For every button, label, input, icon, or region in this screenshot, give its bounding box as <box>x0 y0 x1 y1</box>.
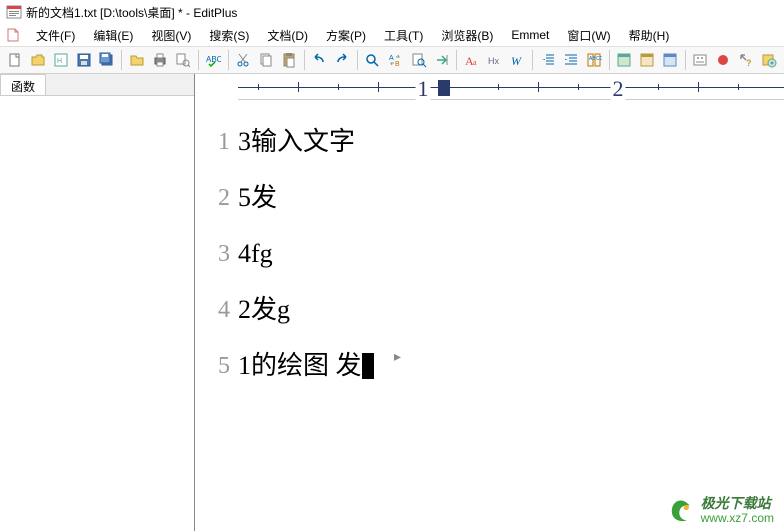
help-icon[interactable]: ? <box>736 49 757 71</box>
columns-icon[interactable]: ABCD <box>583 49 604 71</box>
toolbar-separator <box>121 50 122 70</box>
text-line[interactable]: 4fg <box>238 226 784 282</box>
watermark-logo-icon <box>667 497 695 525</box>
line-number: 5 <box>195 338 230 394</box>
save-icon[interactable] <box>73 49 94 71</box>
folder-icon[interactable] <box>126 49 147 71</box>
toolbar-separator <box>198 50 199 70</box>
text-content[interactable]: ▸ 1 2 3 4 5 3输入文字 5发 4fg 2发g 1的绘图 发 <box>195 100 784 531</box>
undo-icon[interactable] <box>309 49 330 71</box>
ruler-cursor-icon <box>438 80 450 96</box>
app-icon <box>6 4 22 20</box>
watermark-url: www.xz7.com <box>701 512 774 525</box>
menu-emmet[interactable]: Emmet <box>503 26 557 44</box>
title-bar: 新的文档1.txt [D:\tools\桌面] * - EditPlus <box>0 0 784 24</box>
toolbar: H ABC AB Aa Hx W ABCD ? <box>0 46 784 74</box>
svg-text:W: W <box>511 54 522 68</box>
svg-text:CD: CD <box>596 56 602 62</box>
svg-text:A: A <box>389 55 394 62</box>
ruler-mark-2: 2 <box>611 76 626 102</box>
indent-right-icon[interactable] <box>560 49 581 71</box>
watermark: 极光下载站 www.xz7.com <box>667 496 774 525</box>
text-line[interactable]: 3输入文字 <box>238 114 784 170</box>
toolbar-separator <box>304 50 305 70</box>
editor-lines[interactable]: 3输入文字 5发 4fg 2发g 1的绘图 发 <box>238 114 784 531</box>
line-number: 1 <box>195 114 230 170</box>
main-area: 函数 1 2 ▸ 1 2 3 4 5 <box>0 74 784 531</box>
record-icon[interactable] <box>713 49 734 71</box>
menu-edit[interactable]: 编辑(E) <box>85 25 141 46</box>
font-icon[interactable]: Aa <box>461 49 482 71</box>
toolbar-separator <box>456 50 457 70</box>
toolbar-separator <box>685 50 686 70</box>
replace-icon[interactable]: AB <box>385 49 406 71</box>
goto-icon[interactable] <box>431 49 452 71</box>
text-line[interactable]: 2发g <box>238 282 784 338</box>
current-line-indicator-icon: ▸ <box>394 348 401 365</box>
line-number: 3 <box>195 226 230 282</box>
svg-text:B: B <box>395 61 400 68</box>
window3-icon[interactable] <box>660 49 681 71</box>
side-panel-content <box>0 96 194 531</box>
toolbar-separator <box>532 50 533 70</box>
text-line[interactable]: 1的绘图 发 <box>238 338 784 394</box>
svg-text:H: H <box>57 58 62 65</box>
menu-document[interactable]: 文档(D) <box>259 25 316 46</box>
line-number-gutter: 1 2 3 4 5 <box>195 114 238 531</box>
menu-view[interactable]: 视图(V) <box>143 25 199 46</box>
config-icon[interactable] <box>759 49 780 71</box>
toolbar-separator <box>609 50 610 70</box>
indent-left-icon[interactable] <box>537 49 558 71</box>
redo-icon[interactable] <box>332 49 353 71</box>
paste-icon[interactable] <box>279 49 300 71</box>
menu-browser[interactable]: 浏览器(B) <box>433 25 501 46</box>
ruler: 1 2 <box>238 74 784 100</box>
new-html-icon[interactable]: H <box>50 49 71 71</box>
find-icon[interactable] <box>362 49 383 71</box>
new-file-icon[interactable] <box>4 49 25 71</box>
browser-icon[interactable]: W <box>507 49 528 71</box>
watermark-name: 极光下载站 <box>701 496 774 511</box>
menu-help[interactable]: 帮助(H) <box>621 25 678 46</box>
print-icon[interactable] <box>149 49 170 71</box>
menu-tools[interactable]: 工具(T) <box>376 25 431 46</box>
menu-file[interactable]: 文件(F) <box>28 25 83 46</box>
save-all-icon[interactable] <box>96 49 117 71</box>
text-line[interactable]: 5发 <box>238 170 784 226</box>
toolbar-separator <box>357 50 358 70</box>
open-file-icon[interactable] <box>27 49 48 71</box>
text-line-content: 1的绘图 发 <box>238 351 362 380</box>
menu-project[interactable]: 方案(P) <box>318 25 374 46</box>
hex-icon[interactable]: Hx <box>484 49 505 71</box>
svg-text:a: a <box>473 58 477 67</box>
text-cursor-icon <box>362 353 374 379</box>
print-preview-icon[interactable] <box>173 49 194 71</box>
menu-bar: 文件(F) 编辑(E) 视图(V) 搜索(S) 文档(D) 方案(P) 工具(T… <box>0 24 784 46</box>
menu-window[interactable]: 窗口(W) <box>559 25 618 46</box>
spell-check-icon[interactable]: ABC <box>203 49 224 71</box>
svg-text:Hx: Hx <box>488 56 499 66</box>
menu-search[interactable]: 搜索(S) <box>201 25 257 46</box>
find-in-files-icon[interactable] <box>408 49 429 71</box>
ruler-mark-1: 1 <box>416 76 431 102</box>
toolbar-separator <box>228 50 229 70</box>
settings-icon[interactable] <box>690 49 711 71</box>
svg-text:?: ? <box>746 58 752 68</box>
window-title: 新的文档1.txt [D:\tools\桌面] * - EditPlus <box>26 4 237 21</box>
editor-area: 1 2 ▸ 1 2 3 4 5 3输入文字 5发 4fg 2发g <box>195 74 784 531</box>
side-panel: 函数 <box>0 74 195 531</box>
copy-icon[interactable] <box>256 49 277 71</box>
file-icon[interactable] <box>4 26 22 44</box>
window1-icon[interactable] <box>614 49 635 71</box>
cut-icon[interactable] <box>233 49 254 71</box>
sidebar-tab-function[interactable]: 函数 <box>0 74 46 95</box>
side-tabs: 函数 <box>0 74 194 96</box>
line-number: 2 <box>195 170 230 226</box>
line-number: 4 <box>195 282 230 338</box>
window2-icon[interactable] <box>637 49 658 71</box>
